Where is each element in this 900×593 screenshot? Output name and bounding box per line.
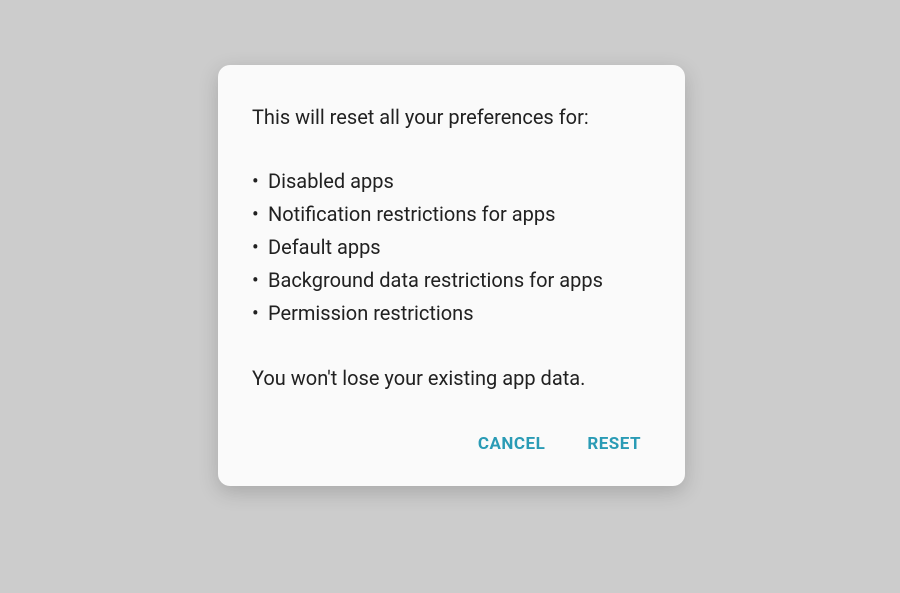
list-item: Notification restrictions for apps	[252, 198, 651, 231]
list-item: Background data restrictions for apps	[252, 264, 651, 297]
cancel-button[interactable]: CANCEL	[476, 428, 547, 460]
dialog-button-row: CANCEL RESET	[252, 428, 651, 466]
reset-button[interactable]: RESET	[585, 428, 643, 460]
list-item: Permission restrictions	[252, 297, 651, 330]
list-item: Disabled apps	[252, 165, 651, 198]
dialog-bullet-list: Disabled apps Notification restrictions …	[252, 165, 651, 330]
dialog-footer-text: You won't lose your existing app data.	[252, 364, 651, 392]
list-item: Default apps	[252, 231, 651, 264]
reset-preferences-dialog: This will reset all your preferences for…	[218, 65, 685, 486]
dialog-intro-text: This will reset all your preferences for…	[252, 103, 651, 131]
